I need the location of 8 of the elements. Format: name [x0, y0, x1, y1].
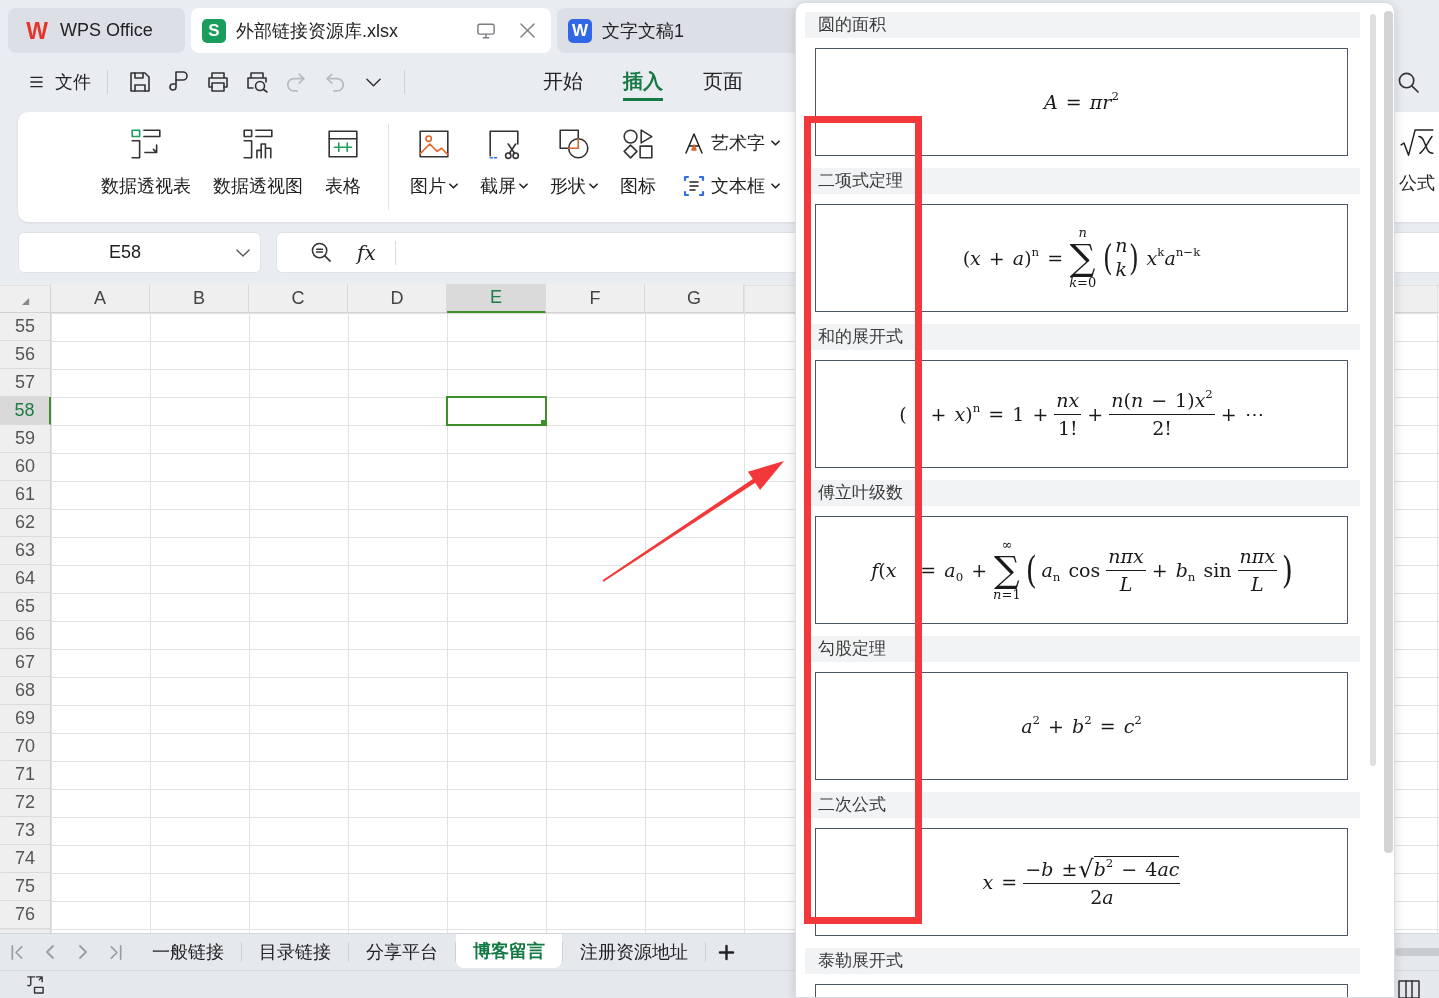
app-logo: W	[568, 18, 592, 43]
section-heading: 泰勒展开式	[805, 948, 1360, 974]
app-logo: W	[25, 17, 49, 44]
section-heading: 圆的面积	[805, 12, 1360, 38]
math-formula: x = −b ±√b$^{2}$ − 4ac 2a	[981, 855, 1182, 909]
math-formula: A = πr$^{2}$	[1041, 90, 1120, 114]
math-formula: a$^{2}$ + b$^{2}$ = c$^{2}$	[1020, 714, 1143, 738]
app-logo: S	[202, 18, 226, 43]
